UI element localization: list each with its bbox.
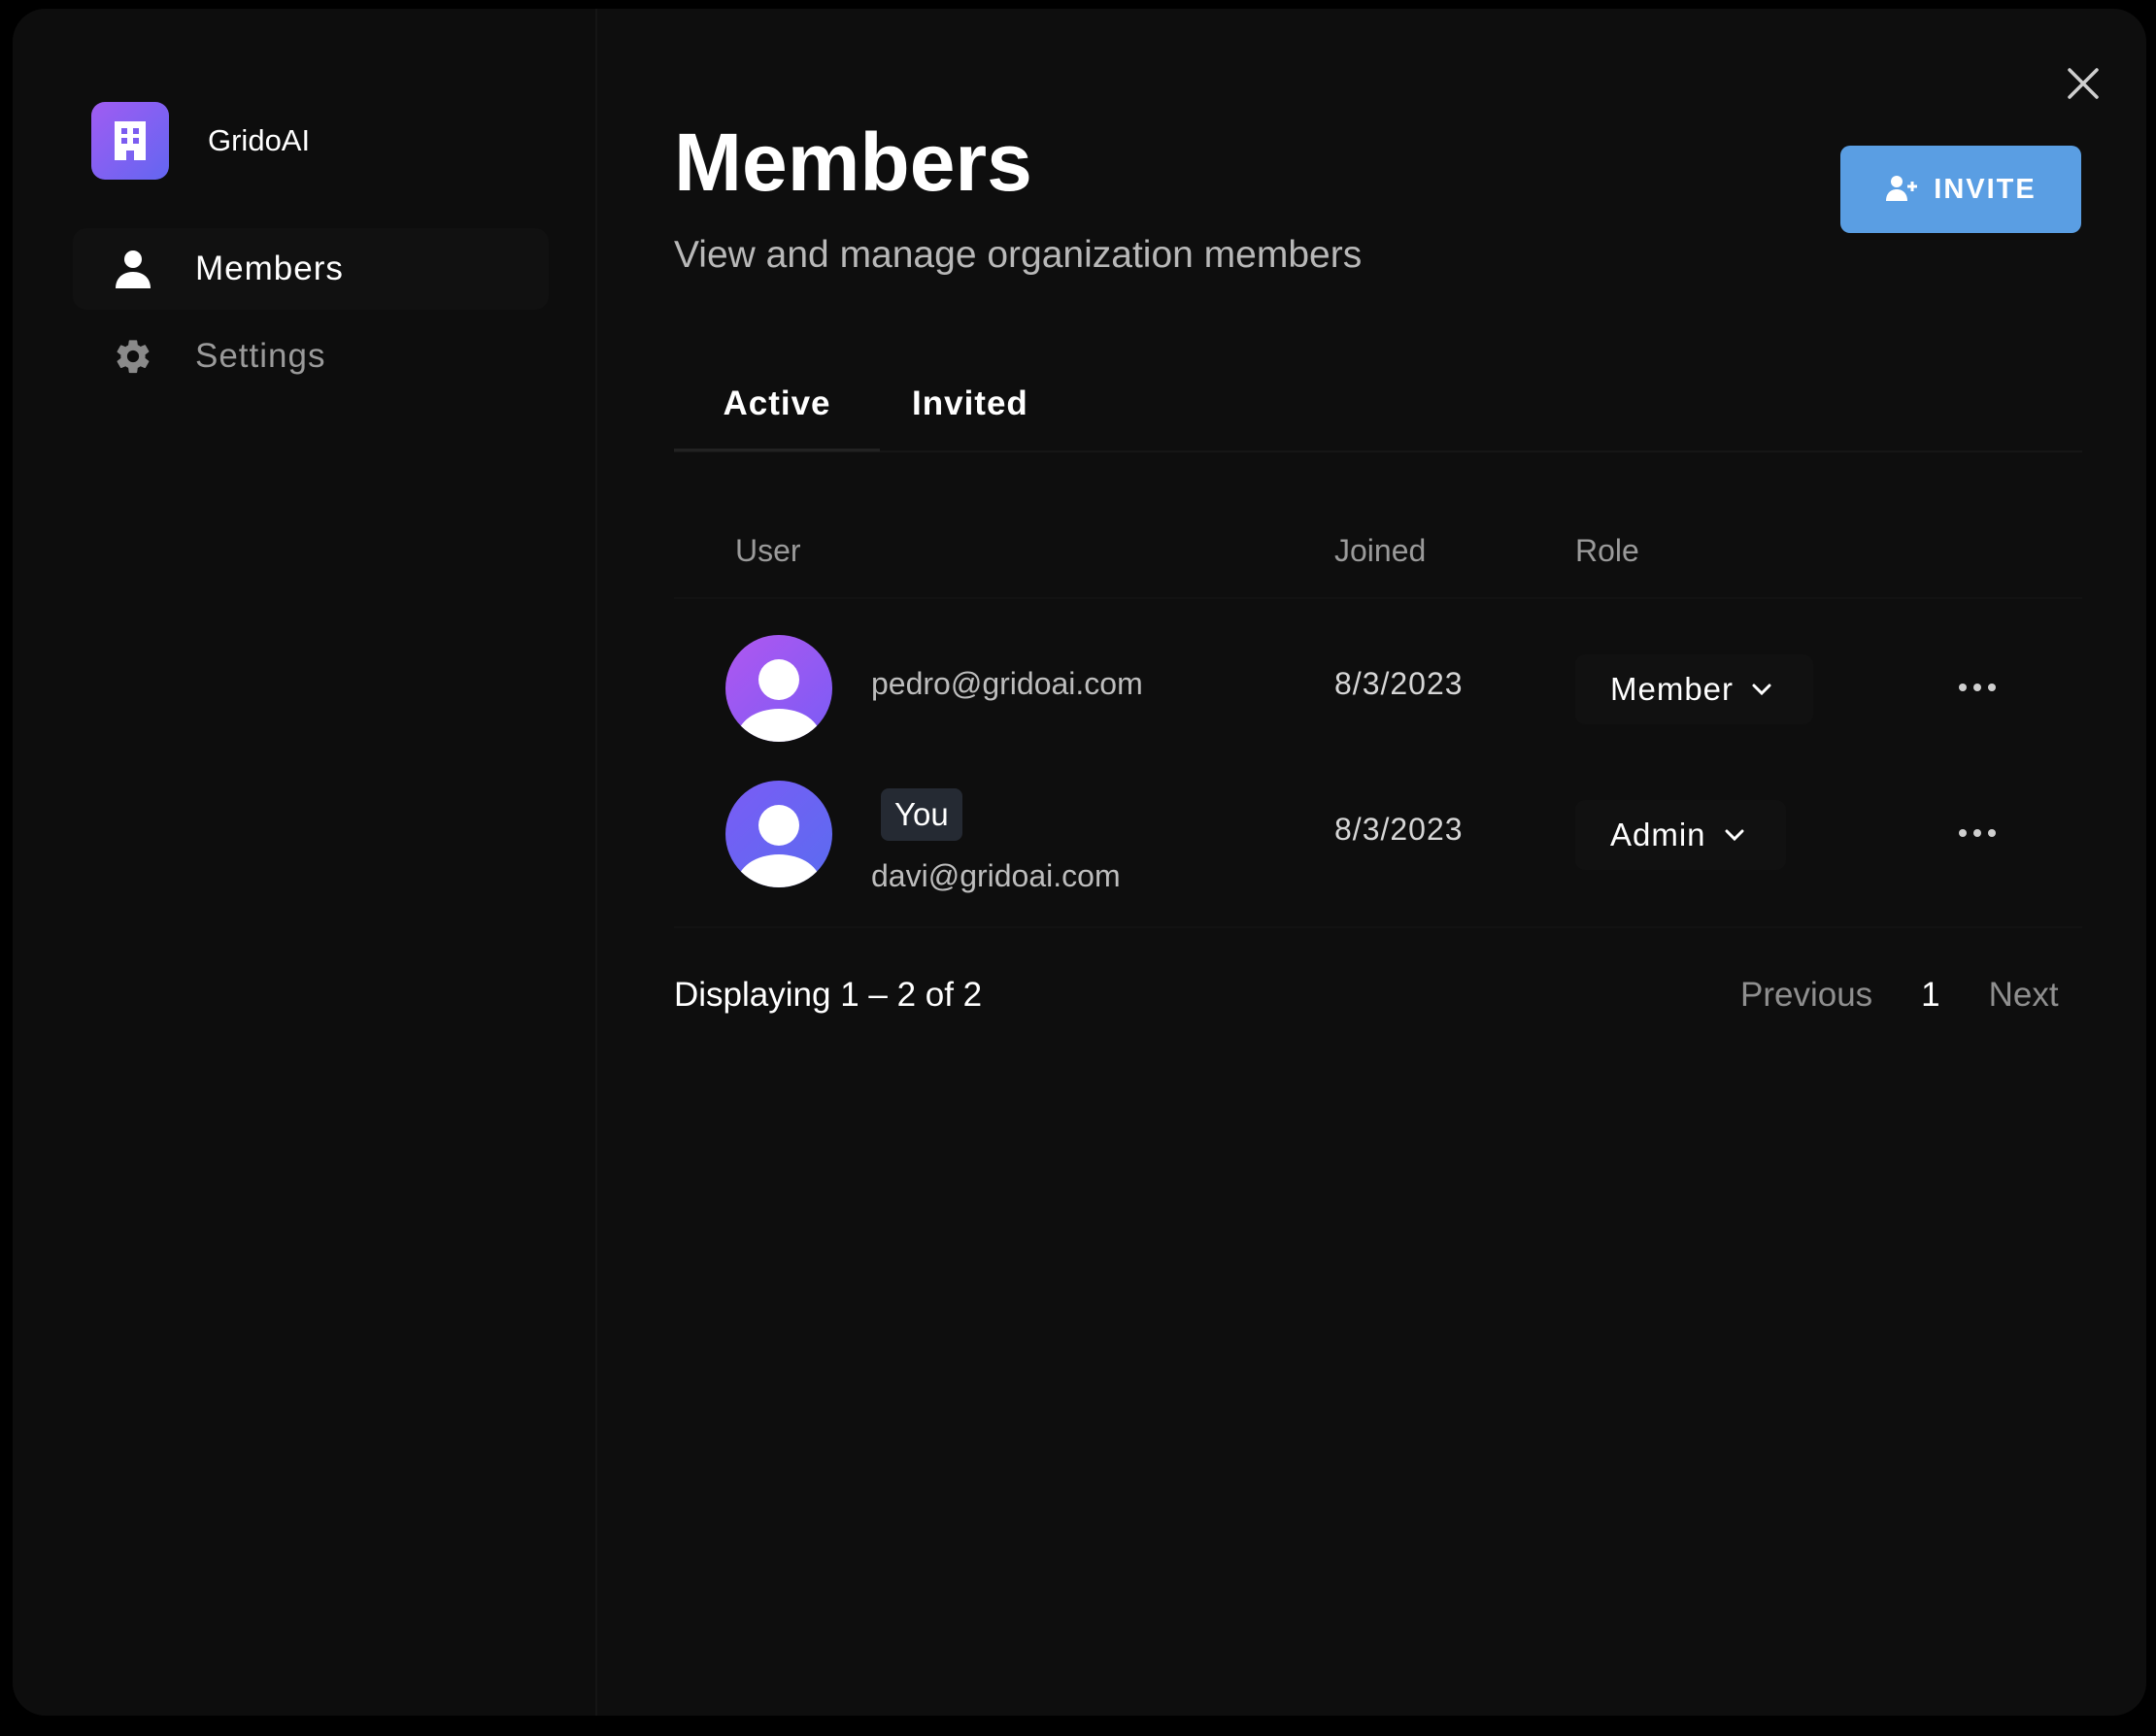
building-icon xyxy=(91,102,169,180)
table-row: pedro@gridoai.com 8/3/2023 Member xyxy=(674,616,2082,761)
chevron-down-icon xyxy=(1751,683,1772,696)
row-actions-button[interactable] xyxy=(1956,669,1999,708)
role-dropdown[interactable]: Admin xyxy=(1575,800,1786,870)
column-header-joined: Joined xyxy=(1334,533,1427,568)
sidebar: GridoAI Members Settings xyxy=(13,9,597,1716)
page-number-button[interactable]: 1 xyxy=(1921,976,1939,1015)
add-user-icon xyxy=(1885,174,1918,206)
avatar xyxy=(725,781,832,887)
table-row: You davi@gridoai.com 8/3/2023 Admin xyxy=(674,761,2082,907)
sidebar-nav: Members Settings xyxy=(73,228,549,403)
sidebar-item-label: Members xyxy=(195,250,344,287)
page-subtitle: View and manage organization members xyxy=(674,234,1363,276)
column-header-role: Role xyxy=(1575,533,1639,568)
tab-invited[interactable]: Invited xyxy=(912,358,1028,449)
previous-page-button[interactable]: Previous xyxy=(1740,976,1872,1015)
tab-active[interactable]: Active xyxy=(674,358,880,451)
member-email: davi@gridoai.com xyxy=(871,858,1121,893)
row-actions-button[interactable] xyxy=(1956,815,1999,853)
sidebar-item-members[interactable]: Members xyxy=(73,228,549,310)
column-header-user: User xyxy=(735,533,801,568)
org-header: GridoAI xyxy=(91,102,310,180)
member-email: pedro@gridoai.com xyxy=(871,666,1143,701)
invite-button[interactable]: INVITE xyxy=(1840,146,2081,233)
role-dropdown[interactable]: Member xyxy=(1575,654,1814,724)
sidebar-item-settings[interactable]: Settings xyxy=(73,316,549,397)
role-value: Admin xyxy=(1610,817,1706,852)
you-badge: You xyxy=(881,788,962,841)
org-name: GridoAI xyxy=(208,123,311,157)
person-icon xyxy=(112,248,154,290)
member-tabs: Active Invited xyxy=(674,358,2082,452)
joined-date: 8/3/2023 xyxy=(1334,812,1464,847)
page-title: Members xyxy=(674,117,1032,208)
avatar xyxy=(725,635,832,742)
joined-date: 8/3/2023 xyxy=(1334,666,1464,701)
main-content: Members View and manage organization mem… xyxy=(674,9,2082,1716)
chevron-down-icon xyxy=(1724,828,1745,842)
next-page-button[interactable]: Next xyxy=(1989,976,2059,1015)
members-modal: GridoAI Members Settings Members View an… xyxy=(13,9,2146,1716)
sidebar-item-label: Settings xyxy=(195,337,326,375)
table-divider xyxy=(674,597,2082,599)
pagination: Previous 1 Next xyxy=(1740,976,2059,1015)
role-value: Member xyxy=(1610,671,1735,707)
pagination-summary: Displaying 1 – 2 of 2 xyxy=(674,976,983,1014)
more-horizontal-icon xyxy=(1958,680,1997,697)
table-divider xyxy=(674,926,2082,928)
more-horizontal-icon xyxy=(1958,825,1997,843)
invite-label: INVITE xyxy=(1934,173,2037,205)
gear-icon xyxy=(112,335,154,378)
